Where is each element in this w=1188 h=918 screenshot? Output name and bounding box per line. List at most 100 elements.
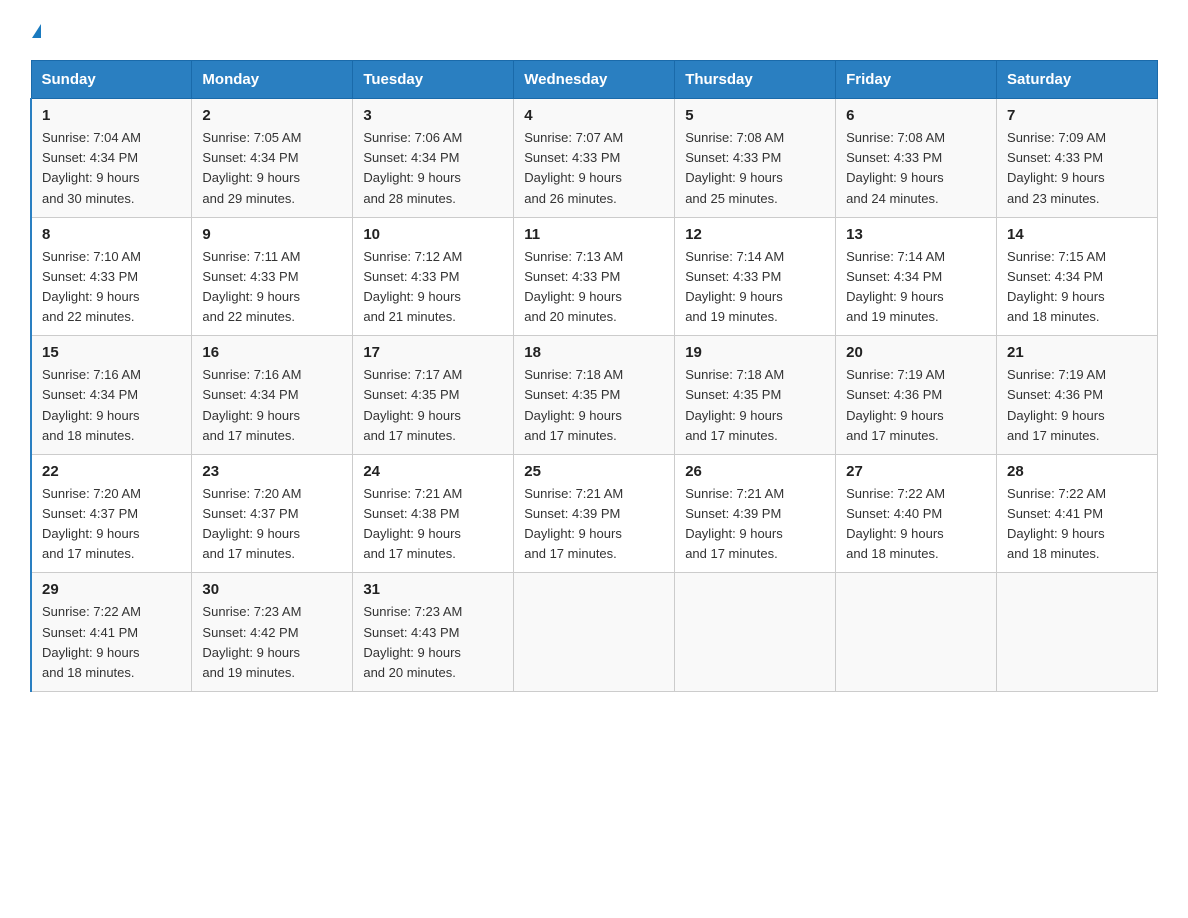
day-info: Sunrise: 7:14 AMSunset: 4:33 PMDaylight:…	[685, 247, 825, 328]
calendar-cell: 24Sunrise: 7:21 AMSunset: 4:38 PMDayligh…	[353, 454, 514, 573]
day-info: Sunrise: 7:21 AMSunset: 4:38 PMDaylight:…	[363, 484, 503, 565]
calendar-cell: 10 Sunrise: 7:12 AMSunset: 4:33 PMDayligh…	[353, 217, 514, 336]
calendar-cell: 17 Sunrise: 7:17 AMSunset: 4:35 PMDayligh…	[353, 336, 514, 455]
calendar-table: SundayMondayTuesdayWednesdayThursdayFrid…	[30, 60, 1158, 692]
day-number: 17	[363, 344, 503, 361]
calendar-cell: 18Sunrise: 7:18 AMSunset: 4:35 PMDayligh…	[514, 336, 675, 455]
col-header-tuesday: Tuesday	[353, 61, 514, 99]
day-number: 29	[42, 581, 181, 598]
calendar-cell: 21 Sunrise: 7:19 AMSunset: 4:36 PMDayligh…	[997, 336, 1158, 455]
day-number: 26	[685, 463, 825, 480]
day-number: 1	[42, 107, 181, 124]
day-info: Sunrise: 7:10 AMSunset: 4:33 PMDaylight:…	[42, 247, 181, 328]
col-header-wednesday: Wednesday	[514, 61, 675, 99]
day-info: Sunrise: 7:09 AMSunset: 4:33 PMDaylight:…	[1007, 128, 1147, 209]
calendar-cell: 25 Sunrise: 7:21 AMSunset: 4:39 PMDayligh…	[514, 454, 675, 573]
day-info: Sunrise: 7:21 AMSunset: 4:39 PMDaylight:…	[524, 484, 664, 565]
calendar-cell: 29 Sunrise: 7:22 AMSunset: 4:41 PMDayligh…	[31, 573, 192, 692]
calendar-cell	[997, 573, 1158, 692]
day-number: 5	[685, 107, 825, 124]
day-number: 16	[202, 344, 342, 361]
calendar-cell: 6 Sunrise: 7:08 AMSunset: 4:33 PMDaylight…	[836, 99, 997, 218]
day-number: 3	[363, 107, 503, 124]
day-info: Sunrise: 7:22 AMSunset: 4:41 PMDaylight:…	[42, 602, 181, 683]
day-info: Sunrise: 7:08 AMSunset: 4:33 PMDaylight:…	[846, 128, 986, 209]
day-info: Sunrise: 7:19 AMSunset: 4:36 PMDaylight:…	[846, 365, 986, 446]
calendar-cell	[514, 573, 675, 692]
day-number: 6	[846, 107, 986, 124]
calendar-cell: 4 Sunrise: 7:07 AMSunset: 4:33 PMDaylight…	[514, 99, 675, 218]
week-row-1: 1Sunrise: 7:04 AMSunset: 4:34 PMDaylight…	[31, 99, 1158, 218]
week-row-3: 15 Sunrise: 7:16 AMSunset: 4:34 PMDayligh…	[31, 336, 1158, 455]
day-number: 12	[685, 226, 825, 243]
calendar-cell: 1Sunrise: 7:04 AMSunset: 4:34 PMDaylight…	[31, 99, 192, 218]
col-header-thursday: Thursday	[675, 61, 836, 99]
calendar-cell: 2Sunrise: 7:05 AMSunset: 4:34 PMDaylight…	[192, 99, 353, 218]
calendar-cell: 13Sunrise: 7:14 AMSunset: 4:34 PMDayligh…	[836, 217, 997, 336]
page-header	[30, 20, 1158, 42]
day-number: 4	[524, 107, 664, 124]
day-number: 15	[42, 344, 181, 361]
calendar-cell: 23Sunrise: 7:20 AMSunset: 4:37 PMDayligh…	[192, 454, 353, 573]
day-info: Sunrise: 7:06 AMSunset: 4:34 PMDaylight:…	[363, 128, 503, 209]
week-row-2: 8 Sunrise: 7:10 AMSunset: 4:33 PMDaylight…	[31, 217, 1158, 336]
calendar-cell: 11 Sunrise: 7:13 AMSunset: 4:33 PMDayligh…	[514, 217, 675, 336]
logo-text	[30, 20, 41, 44]
day-info: Sunrise: 7:11 AMSunset: 4:33 PMDaylight:…	[202, 247, 342, 328]
calendar-cell: 14 Sunrise: 7:15 AMSunset: 4:34 PMDayligh…	[997, 217, 1158, 336]
calendar-cell: 30Sunrise: 7:23 AMSunset: 4:42 PMDayligh…	[192, 573, 353, 692]
calendar-cell: 5 Sunrise: 7:08 AMSunset: 4:33 PMDaylight…	[675, 99, 836, 218]
day-number: 30	[202, 581, 342, 598]
calendar-cell: 3 Sunrise: 7:06 AMSunset: 4:34 PMDaylight…	[353, 99, 514, 218]
day-number: 31	[363, 581, 503, 598]
day-info: Sunrise: 7:12 AMSunset: 4:33 PMDaylight:…	[363, 247, 503, 328]
day-number: 21	[1007, 344, 1147, 361]
day-number: 22	[42, 463, 181, 480]
day-number: 7	[1007, 107, 1147, 124]
week-row-4: 22 Sunrise: 7:20 AMSunset: 4:37 PMDayligh…	[31, 454, 1158, 573]
day-info: Sunrise: 7:07 AMSunset: 4:33 PMDaylight:…	[524, 128, 664, 209]
calendar-cell: 26Sunrise: 7:21 AMSunset: 4:39 PMDayligh…	[675, 454, 836, 573]
calendar-cell	[836, 573, 997, 692]
day-number: 14	[1007, 226, 1147, 243]
day-info: Sunrise: 7:16 AMSunset: 4:34 PMDaylight:…	[202, 365, 342, 446]
day-info: Sunrise: 7:22 AMSunset: 4:41 PMDaylight:…	[1007, 484, 1147, 565]
calendar-cell: 7 Sunrise: 7:09 AMSunset: 4:33 PMDaylight…	[997, 99, 1158, 218]
calendar-cell: 22 Sunrise: 7:20 AMSunset: 4:37 PMDayligh…	[31, 454, 192, 573]
logo	[30, 20, 41, 42]
day-info: Sunrise: 7:20 AMSunset: 4:37 PMDaylight:…	[202, 484, 342, 565]
calendar-cell: 28 Sunrise: 7:22 AMSunset: 4:41 PMDayligh…	[997, 454, 1158, 573]
day-info: Sunrise: 7:08 AMSunset: 4:33 PMDaylight:…	[685, 128, 825, 209]
calendar-cell: 15Sunrise: 7:16 AMSunset: 4:34 PMDayligh…	[31, 336, 192, 455]
header-row: SundayMondayTuesdayWednesdayThursdayFrid…	[31, 61, 1158, 99]
day-number: 28	[1007, 463, 1147, 480]
day-number: 2	[202, 107, 342, 124]
day-info: Sunrise: 7:13 AMSunset: 4:33 PMDaylight:…	[524, 247, 664, 328]
calendar-cell	[675, 573, 836, 692]
calendar-cell: 27 Sunrise: 7:22 AMSunset: 4:40 PMDayligh…	[836, 454, 997, 573]
day-info: Sunrise: 7:23 AMSunset: 4:43 PMDaylight:…	[363, 602, 503, 683]
day-info: Sunrise: 7:19 AMSunset: 4:36 PMDaylight:…	[1007, 365, 1147, 446]
day-info: Sunrise: 7:17 AMSunset: 4:35 PMDaylight:…	[363, 365, 503, 446]
day-number: 10	[363, 226, 503, 243]
day-info: Sunrise: 7:22 AMSunset: 4:40 PMDaylight:…	[846, 484, 986, 565]
day-number: 25	[524, 463, 664, 480]
col-header-monday: Monday	[192, 61, 353, 99]
day-number: 11	[524, 226, 664, 243]
col-header-friday: Friday	[836, 61, 997, 99]
day-number: 13	[846, 226, 986, 243]
day-number: 20	[846, 344, 986, 361]
week-row-5: 29 Sunrise: 7:22 AMSunset: 4:41 PMDayligh…	[31, 573, 1158, 692]
col-header-sunday: Sunday	[31, 61, 192, 99]
day-info: Sunrise: 7:18 AMSunset: 4:35 PMDaylight:…	[524, 365, 664, 446]
day-number: 27	[846, 463, 986, 480]
day-info: Sunrise: 7:15 AMSunset: 4:34 PMDaylight:…	[1007, 247, 1147, 328]
col-header-saturday: Saturday	[997, 61, 1158, 99]
day-number: 8	[42, 226, 181, 243]
calendar-cell: 19Sunrise: 7:18 AMSunset: 4:35 PMDayligh…	[675, 336, 836, 455]
calendar-cell: 16 Sunrise: 7:16 AMSunset: 4:34 PMDayligh…	[192, 336, 353, 455]
calendar-cell: 9Sunrise: 7:11 AMSunset: 4:33 PMDaylight…	[192, 217, 353, 336]
calendar-cell: 8 Sunrise: 7:10 AMSunset: 4:33 PMDaylight…	[31, 217, 192, 336]
day-info: Sunrise: 7:20 AMSunset: 4:37 PMDaylight:…	[42, 484, 181, 565]
logo-triangle-icon	[32, 24, 41, 38]
